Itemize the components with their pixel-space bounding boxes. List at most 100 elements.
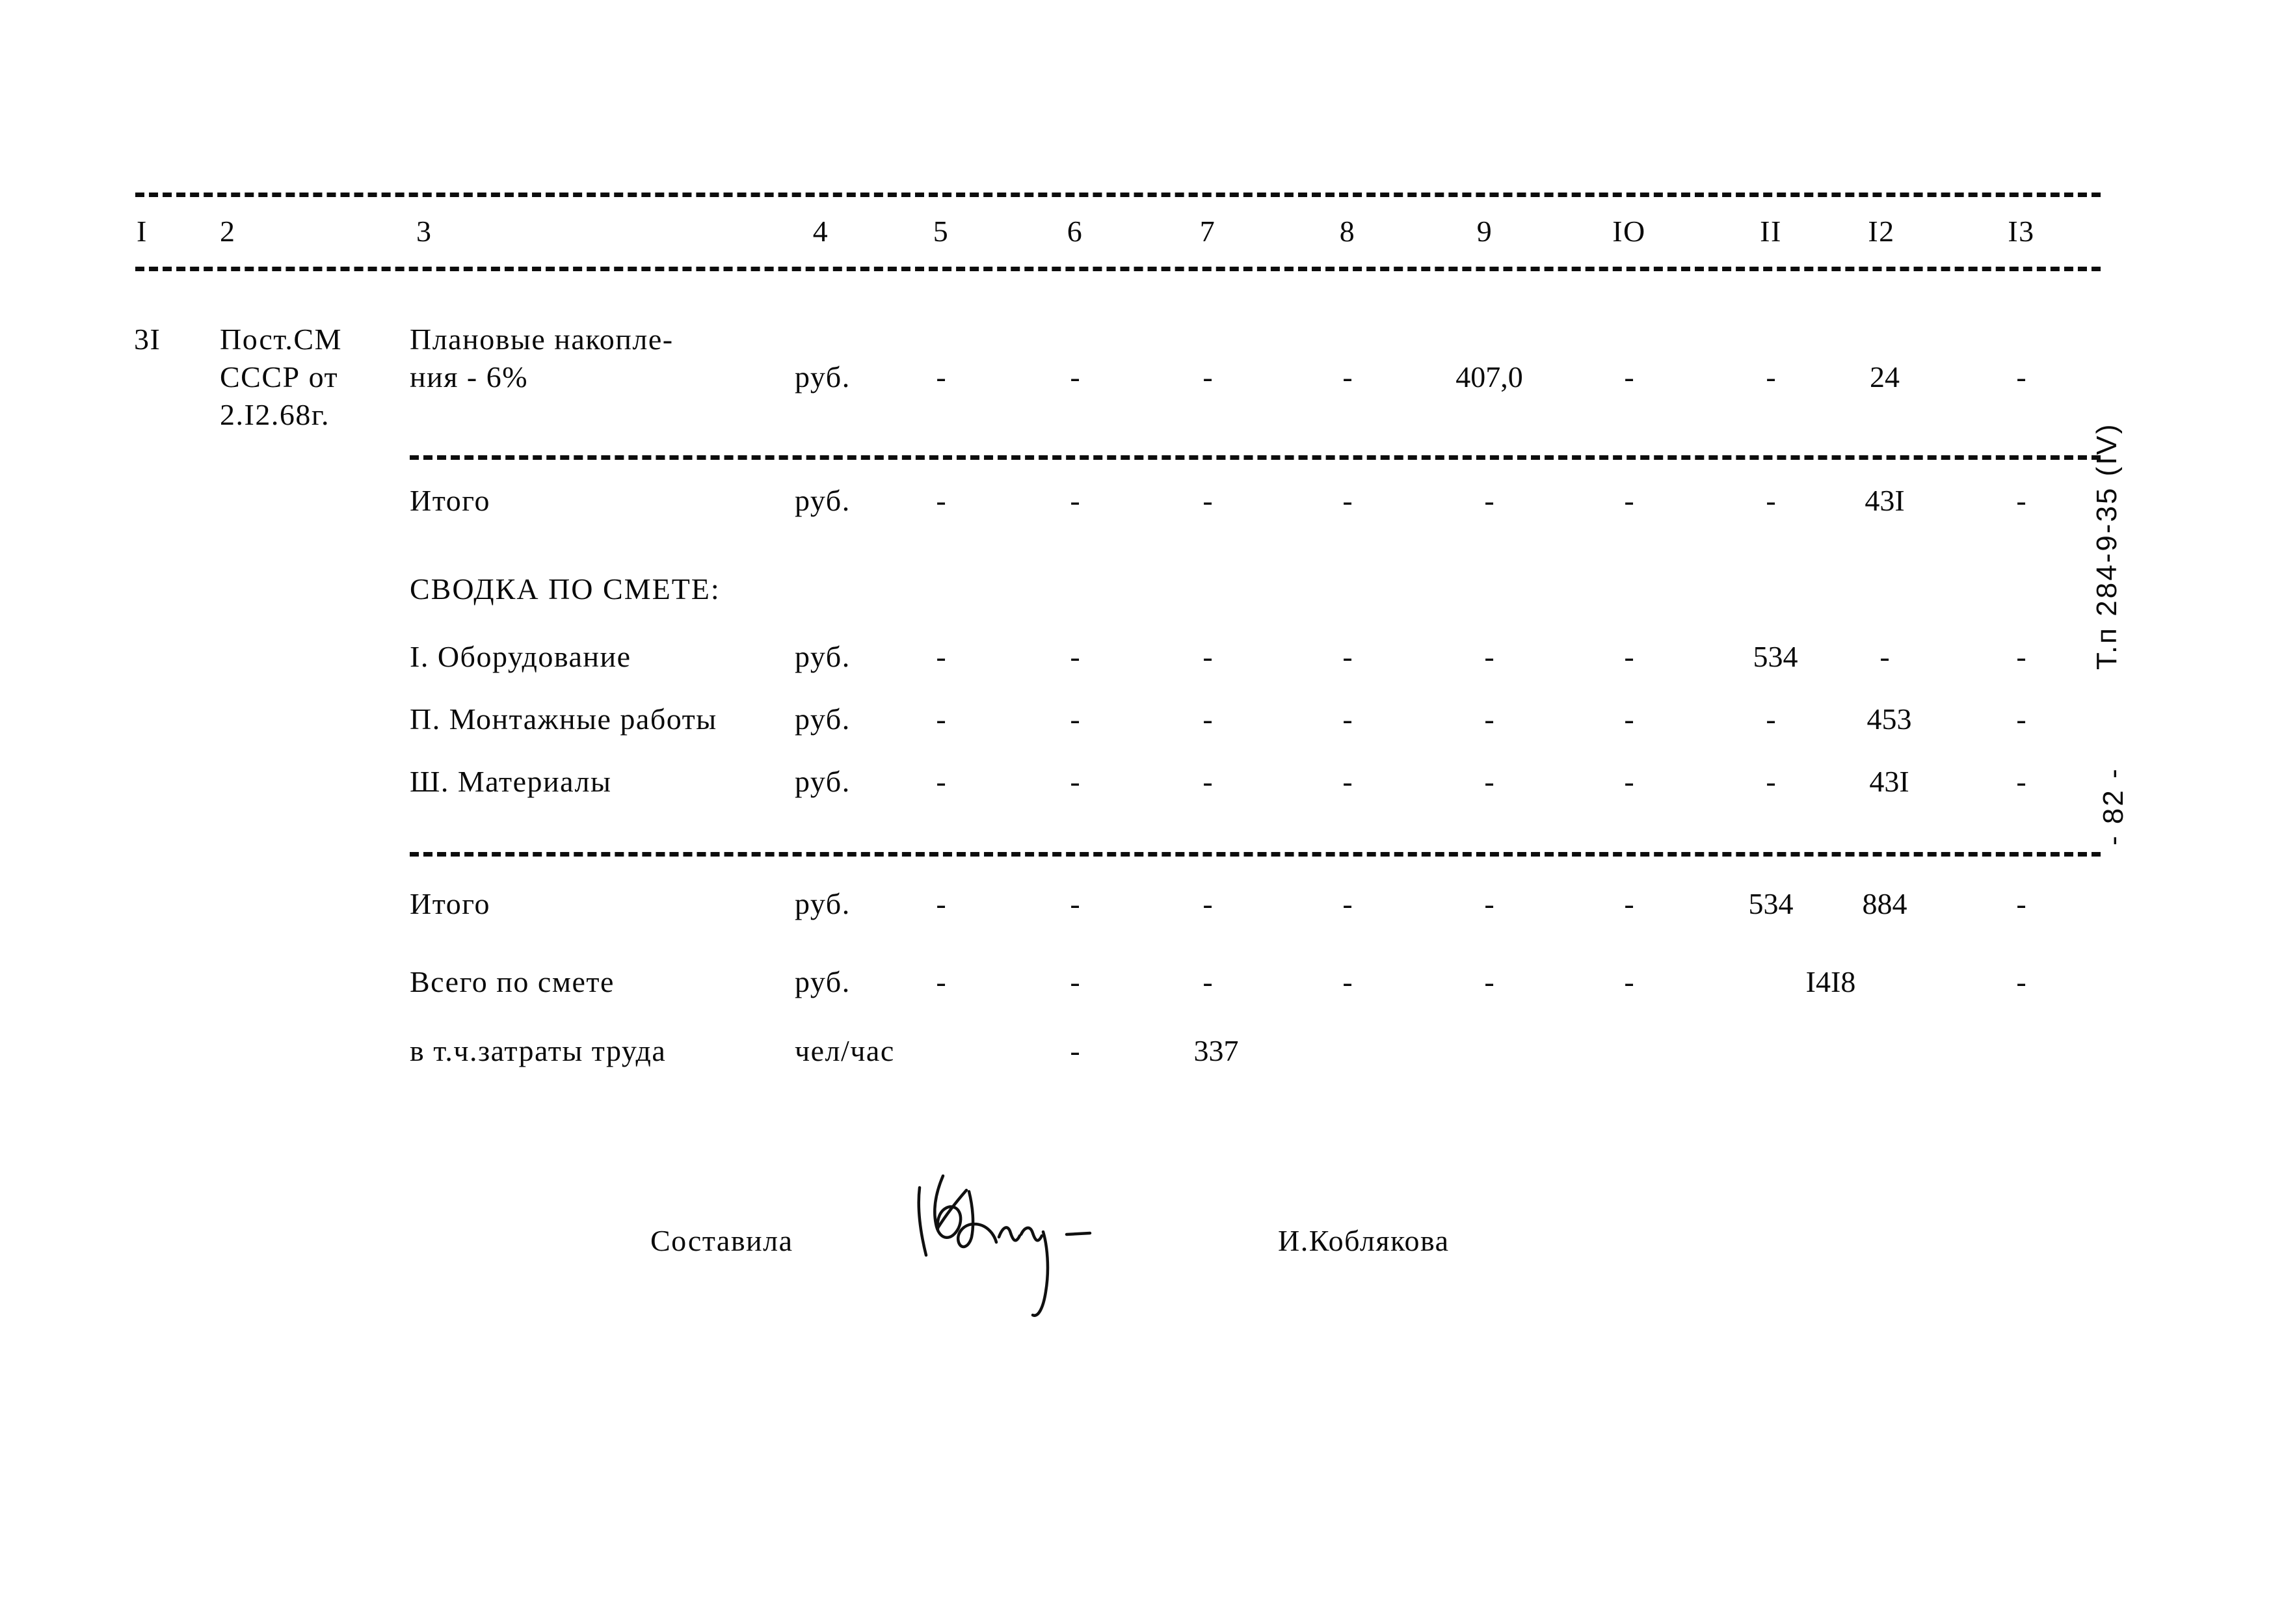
summary-row-2-cell-7: - <box>1202 702 1213 736</box>
summary-row-2-cell-13: - <box>2016 702 2026 736</box>
row-cell-13: - <box>2016 360 2026 393</box>
grand-total-cell-5: - <box>936 965 946 998</box>
row-separator-rule-1 <box>410 455 2101 460</box>
summary-row-1-cell-9: - <box>1484 640 1494 673</box>
grand-subtotal-cell-13: - <box>2016 887 2026 920</box>
column-header-10: IO <box>1612 215 1646 248</box>
column-header-8: 8 <box>1339 215 1356 248</box>
summary-row-3-cell-6: - <box>1070 765 1080 798</box>
summary-row-label-2: П. Монтажные работы <box>410 702 717 736</box>
column-header-1: I <box>137 215 148 248</box>
summary-row-3-cell-11: - <box>1766 765 1776 798</box>
summary-row-unit-3: руб. <box>795 765 851 798</box>
subtotal-cell-11: - <box>1766 484 1776 517</box>
summary-row-3-cell-10: - <box>1624 765 1634 798</box>
row-cell-6: - <box>1070 360 1080 393</box>
column-header-11: II <box>1760 215 1782 248</box>
summary-row-1-cell-10: - <box>1624 640 1634 673</box>
grand-total-cell-7: - <box>1202 965 1213 998</box>
summary-row-1-cell-6: - <box>1070 640 1080 673</box>
grand-subtotal-cell-9: - <box>1484 887 1494 920</box>
subtotal-cell-7: - <box>1202 484 1213 517</box>
grand-total-cell-9: - <box>1484 965 1494 998</box>
summary-row-3-cell-5: - <box>936 765 946 798</box>
labor-cost-cell-6: - <box>1070 1034 1080 1067</box>
labor-cost-cell-7: 337 <box>1193 1034 1239 1067</box>
column-header-9: 9 <box>1476 215 1493 248</box>
column-header-4: 4 <box>812 215 829 248</box>
row-separator-rule-2 <box>410 852 2101 857</box>
summary-row-3-cell-8: - <box>1342 765 1353 798</box>
summary-row-3-cell-13: - <box>2016 765 2026 798</box>
grand-subtotal-unit: руб. <box>795 887 851 920</box>
margin-drawing-code: Т.п 284-9-35 (IV) <box>2091 422 2123 670</box>
summary-row-3-cell-9: - <box>1484 765 1494 798</box>
column-header-2: 2 <box>220 215 236 248</box>
grand-subtotal-cell-8: - <box>1342 887 1353 920</box>
subtotal-cell-10: - <box>1624 484 1634 517</box>
grand-subtotal-cell-6: - <box>1070 887 1080 920</box>
row-number: 3I <box>134 323 161 356</box>
summary-row-2-cell-10: - <box>1624 702 1634 736</box>
table-top-rule <box>135 193 2101 197</box>
summary-row-1-cell-11: 534 <box>1753 640 1798 673</box>
grand-subtotal-label: Итого <box>410 887 490 920</box>
summary-row-2-cell-12: 453 <box>1866 702 1912 736</box>
row-cell-11: - <box>1766 360 1776 393</box>
grand-subtotal-cell-5: - <box>936 887 946 920</box>
subtotal-cell-13: - <box>2016 484 2026 517</box>
handwritten-signature <box>904 1164 1177 1320</box>
column-header-12: I2 <box>1868 215 1895 248</box>
labor-cost-unit: чел/час <box>795 1034 895 1067</box>
summary-row-label-1: I. Оборудование <box>410 640 631 673</box>
row-cell-12: 24 <box>1870 360 1900 393</box>
grand-subtotal-cell-12: 884 <box>1862 887 1907 920</box>
row-basis-line-2: СССР от <box>220 360 339 393</box>
table-header-rule <box>135 267 2101 271</box>
row-unit: руб. <box>795 360 851 393</box>
grand-total-label: Всего по смете <box>410 965 615 998</box>
summary-row-1-cell-8: - <box>1342 640 1353 673</box>
summary-row-3-cell-12: 43I <box>1869 765 1909 798</box>
summary-row-3-cell-7: - <box>1202 765 1213 798</box>
summary-row-2-cell-5: - <box>936 702 946 736</box>
summary-row-1-cell-5: - <box>936 640 946 673</box>
document-page: I 2 3 4 5 6 7 8 9 IO II I2 I3 3I Пост.СМ… <box>0 0 2271 1624</box>
column-header-6: 6 <box>1067 215 1083 248</box>
subtotal-cell-6: - <box>1070 484 1080 517</box>
grand-total-cell-13: - <box>2016 965 2026 998</box>
summary-heading: СВОДКА ПО СМЕТЕ: <box>410 572 721 606</box>
summary-row-2-cell-9: - <box>1484 702 1494 736</box>
subtotal-unit: руб. <box>795 484 851 517</box>
grand-total-unit: руб. <box>795 965 851 998</box>
summary-row-2-cell-8: - <box>1342 702 1353 736</box>
subtotal-cell-12: 43I <box>1865 484 1905 517</box>
grand-total-cell-10: - <box>1624 965 1634 998</box>
subtotal-cell-9: - <box>1484 484 1494 517</box>
column-header-7: 7 <box>1199 215 1216 248</box>
row-cell-8: - <box>1342 360 1353 393</box>
grand-total-cell-8: - <box>1342 965 1353 998</box>
grand-total-amount: I4I8 <box>1805 965 1856 998</box>
page-number: - 82 - <box>2097 767 2129 845</box>
summary-row-1-cell-13: - <box>2016 640 2026 673</box>
column-header-5: 5 <box>933 215 950 248</box>
grand-total-cell-6: - <box>1070 965 1080 998</box>
grand-subtotal-cell-7: - <box>1202 887 1213 920</box>
row-basis-line-3: 2.I2.68г. <box>220 398 330 431</box>
summary-row-2-cell-11: - <box>1766 702 1776 736</box>
row-cell-5: - <box>936 360 946 393</box>
signature-role: Составила <box>650 1224 793 1257</box>
row-cell-7: - <box>1202 360 1213 393</box>
subtotal-cell-8: - <box>1342 484 1353 517</box>
row-description-line-1: Плановые накопле- <box>410 323 674 356</box>
row-cell-10: - <box>1624 360 1634 393</box>
signature-name: И.Коблякова <box>1278 1224 1450 1257</box>
summary-row-1-cell-7: - <box>1202 640 1213 673</box>
row-cell-9: 407,0 <box>1455 360 1523 393</box>
summary-row-2-cell-6: - <box>1070 702 1080 736</box>
subtotal-cell-5: - <box>936 484 946 517</box>
column-header-13: I3 <box>2008 215 2035 248</box>
grand-subtotal-cell-11: 534 <box>1748 887 1794 920</box>
row-basis-line-1: Пост.СМ <box>220 323 343 356</box>
